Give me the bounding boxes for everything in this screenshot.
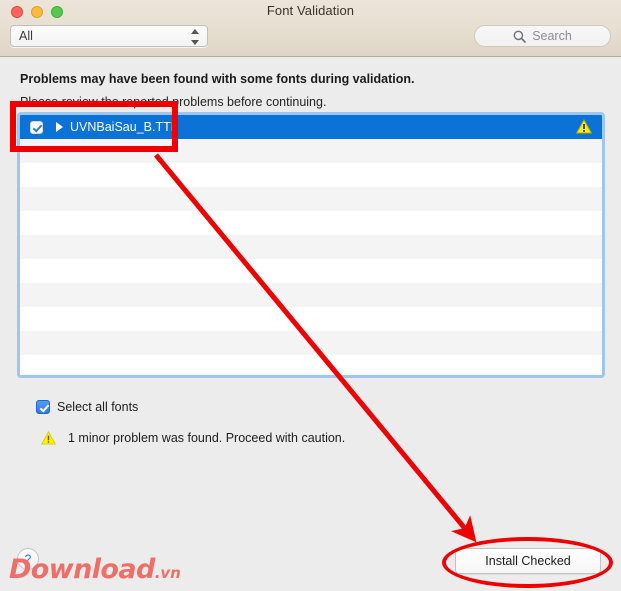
list-item[interactable] xyxy=(20,259,602,283)
window-title: Font Validation xyxy=(266,3,355,18)
titlebar: Font Validation All Search xyxy=(0,0,621,57)
list-item[interactable] xyxy=(20,187,602,211)
warning-triangle-icon xyxy=(41,431,56,445)
warning-triangle-icon xyxy=(576,119,592,134)
list-item[interactable] xyxy=(20,355,602,375)
list-item[interactable] xyxy=(20,307,602,331)
validation-secondary-message: Please review the reported problems befo… xyxy=(20,95,327,109)
list-item[interactable] xyxy=(20,211,602,235)
problem-summary-row: 1 minor problem was found. Proceed with … xyxy=(41,431,345,445)
font-list[interactable]: UVNBaiSau_B.TTF xyxy=(17,112,605,378)
select-all-fonts-checkbox[interactable] xyxy=(36,400,50,414)
font-filter-value: All xyxy=(19,29,33,43)
select-all-fonts-row[interactable]: Select all fonts xyxy=(36,400,138,414)
list-item[interactable] xyxy=(20,235,602,259)
font-file-name: UVNBaiSau_B.TTF xyxy=(70,120,179,134)
table-row[interactable]: UVNBaiSau_B.TTF xyxy=(20,115,602,139)
list-item[interactable] xyxy=(20,139,602,163)
list-item[interactable] xyxy=(20,331,602,355)
chevron-updown-icon xyxy=(190,29,199,45)
row-checkbox[interactable] xyxy=(30,120,43,134)
search-placeholder: Search xyxy=(532,29,572,43)
problem-summary-text: 1 minor problem was found. Proceed with … xyxy=(68,431,346,445)
validation-primary-message: Problems may have been found with some f… xyxy=(20,72,415,86)
font-validation-window: Font Validation All Search Problems may … xyxy=(0,0,621,591)
select-all-fonts-label: Select all fonts xyxy=(57,400,139,414)
watermark-suffix: .vn xyxy=(154,564,181,582)
list-item[interactable] xyxy=(20,163,602,187)
disclosure-triangle-icon[interactable] xyxy=(56,122,63,132)
search-icon xyxy=(513,30,526,43)
list-item[interactable] xyxy=(20,283,602,307)
font-filter-popup[interactable]: All xyxy=(10,25,208,47)
install-checked-button[interactable]: Install Checked xyxy=(455,548,601,574)
search-field[interactable]: Search xyxy=(474,25,611,47)
download-vn-watermark: Download.vn xyxy=(9,556,181,583)
watermark-name: Download xyxy=(9,554,155,585)
